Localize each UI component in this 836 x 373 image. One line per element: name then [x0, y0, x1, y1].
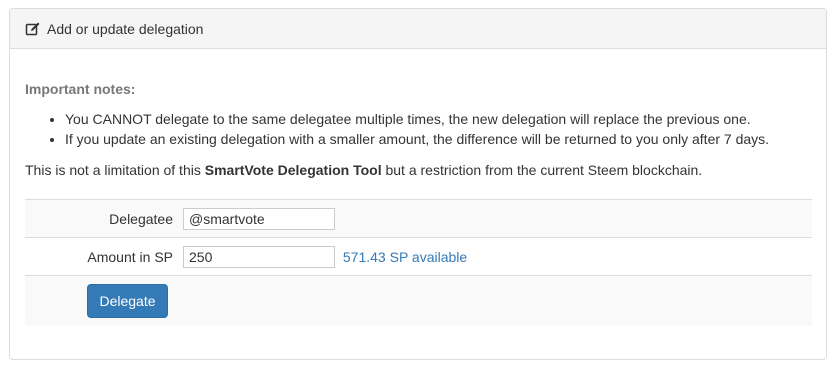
delegatee-input[interactable] — [183, 207, 335, 230]
available-balance-link[interactable]: 571.43 SP available — [343, 249, 467, 265]
delegation-form: Delegatee Amount in SP 571.43 SP availab… — [25, 199, 812, 326]
panel-title: Add or update delegation — [47, 20, 204, 37]
disclaimer-suffix: but a restriction from the current Steem… — [381, 162, 703, 178]
submit-row: Delegate — [25, 275, 812, 326]
edit-icon — [25, 21, 41, 37]
list-item: If you update an existing delegation wit… — [65, 129, 811, 149]
amount-cell: 571.43 SP available — [183, 238, 812, 276]
delegatee-label: Delegatee — [109, 210, 173, 227]
panel-body: Important notes: You CANNOT delegate to … — [10, 81, 826, 180]
panel-heading: Add or update delegation — [10, 9, 826, 49]
disclaimer-prefix: This is not a limitation of this — [25, 162, 205, 178]
delegate-button[interactable]: Delegate — [87, 283, 168, 318]
submit-cell: Delegate — [25, 276, 812, 326]
tool-name: SmartVote Delegation Tool — [204, 162, 382, 178]
amount-input[interactable] — [183, 245, 335, 268]
delegation-panel: Add or update delegation Important notes… — [9, 8, 827, 360]
delegatee-cell — [183, 200, 812, 238]
amount-row: Amount in SP 571.43 SP available — [25, 237, 812, 276]
list-item: You CANNOT delegate to the same delegate… — [65, 109, 811, 129]
notes-list: You CANNOT delegate to the same delegate… — [25, 109, 811, 149]
disclaimer-text: This is not a limitation of this SmartVo… — [25, 160, 811, 180]
amount-label: Amount in SP — [87, 248, 173, 265]
delegatee-row: Delegatee — [25, 199, 812, 238]
notes-title: Important notes: — [25, 81, 136, 97]
